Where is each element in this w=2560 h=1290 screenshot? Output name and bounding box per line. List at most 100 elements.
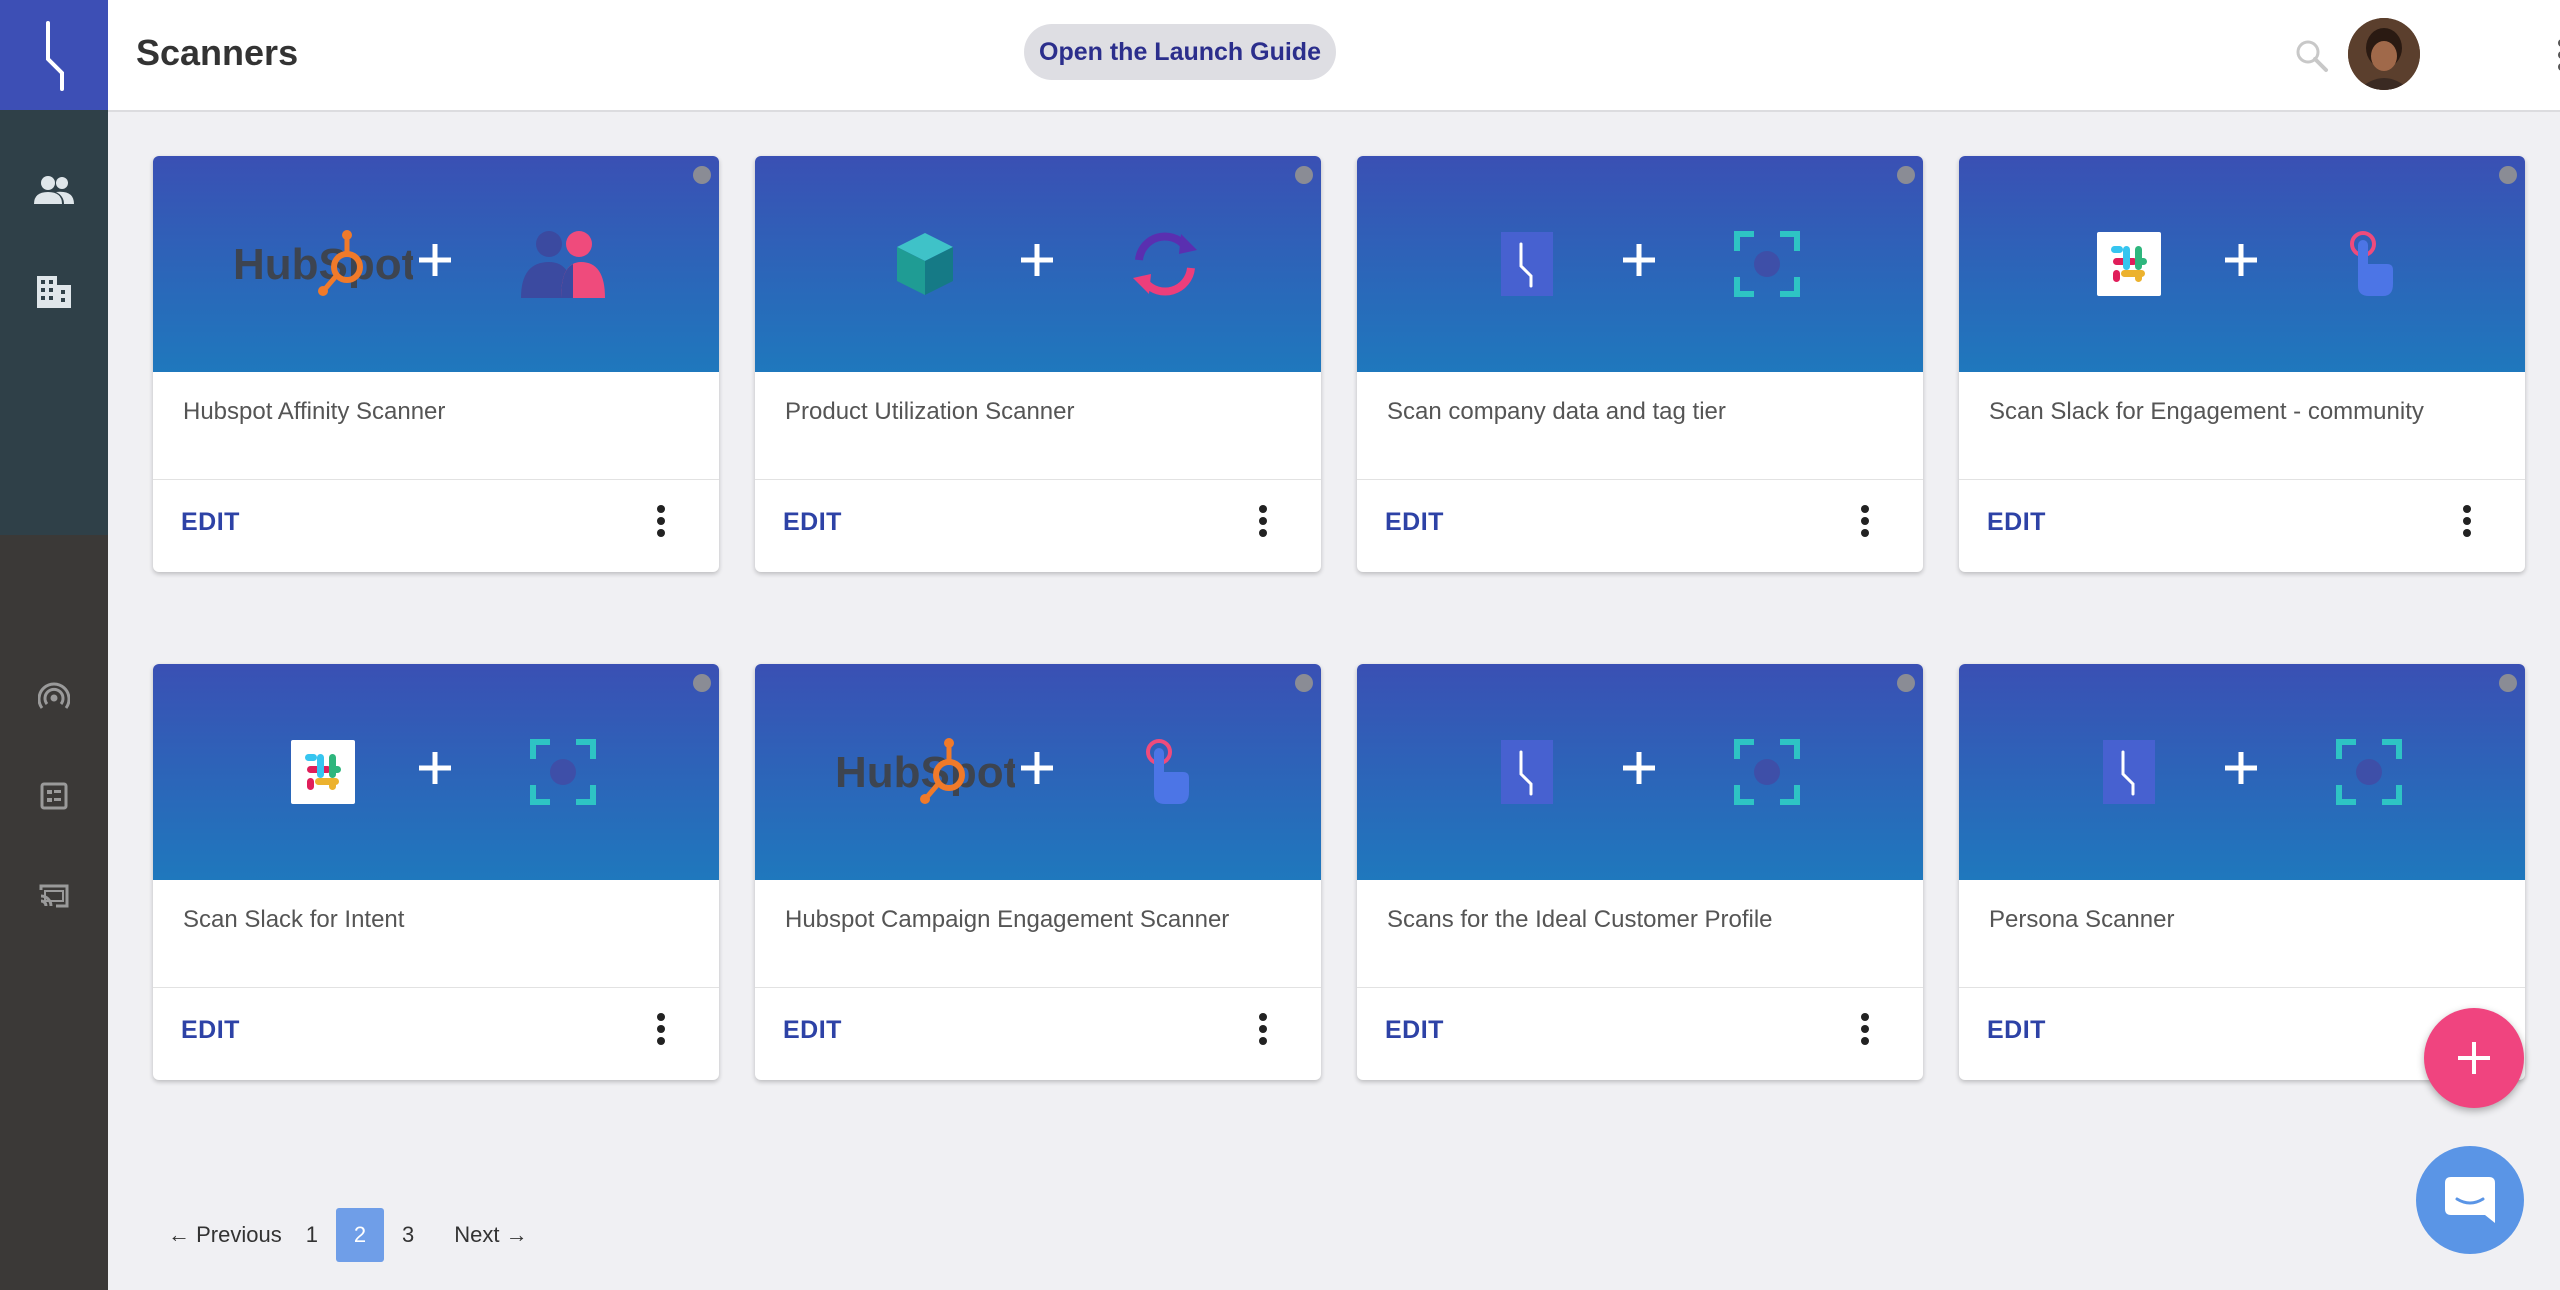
touch-icon (1146, 739, 1189, 804)
previous-page-link[interactable]: ← Previous (156, 1222, 294, 1248)
card-source-logo: HubSpot (835, 737, 1019, 812)
chat-launcher-button[interactable] (2416, 1146, 2524, 1254)
card-divider (1959, 987, 2525, 988)
status-indicator (693, 674, 711, 692)
combine-plus (1621, 242, 1657, 283)
card-divider (1357, 987, 1923, 988)
card-title: Hubspot Affinity Scanner (183, 398, 446, 425)
card-title: Scan company data and tag tier (1387, 398, 1726, 425)
plus-icon (2225, 752, 2257, 784)
card-divider (153, 987, 719, 988)
app-logo-icon (1501, 740, 1553, 804)
sidebar-item-dashboard[interactable] (24, 766, 84, 826)
card-action-logo (521, 230, 605, 303)
status-indicator (1897, 166, 1915, 184)
card-menu-button[interactable] (1859, 504, 1871, 543)
search-button[interactable] (2294, 38, 2330, 79)
app-logo-icon (46, 21, 64, 91)
more-vert-icon (2463, 505, 2471, 537)
plus-icon (2458, 1042, 2490, 1074)
user-avatar-image (2348, 18, 2420, 90)
add-scanner-button[interactable] (2424, 1008, 2524, 1108)
top-bar: Scanners Open the Launch Guide (108, 0, 2560, 112)
edit-button[interactable]: EDIT (1385, 1016, 1444, 1045)
plus-icon (1021, 244, 1053, 276)
signal-icon (38, 682, 70, 709)
search-icon (2296, 40, 2328, 72)
plus-icon (1623, 752, 1655, 784)
card-banner (1357, 664, 1923, 880)
card-divider (755, 987, 1321, 988)
avatar[interactable] (2348, 18, 2420, 90)
edit-button[interactable]: EDIT (783, 1016, 842, 1045)
scanner-card[interactable]: Scan Slack for Engagement - community ED… (1959, 156, 2525, 572)
edit-button[interactable]: EDIT (181, 508, 240, 537)
card-source-logo (291, 740, 355, 809)
edit-button[interactable]: EDIT (1987, 1016, 2046, 1045)
edit-button[interactable]: EDIT (783, 508, 842, 537)
more-vert-icon (657, 1013, 665, 1045)
app-logo[interactable] (0, 0, 108, 110)
card-divider (1959, 479, 2525, 480)
edit-button[interactable]: EDIT (181, 1016, 240, 1045)
slack-logo (291, 740, 355, 804)
card-menu-button[interactable] (1257, 504, 1269, 543)
chat-icon (2445, 1177, 2495, 1223)
scanner-card[interactable]: Persona Scanner EDIT (1959, 664, 2525, 1080)
scanner-card[interactable]: HubSpot Hubspot Affinity Scanner EDIT (153, 156, 719, 572)
sidebar-item-cast[interactable] (24, 866, 84, 926)
scanner-card[interactable]: Scan Slack for Intent EDIT (153, 664, 719, 1080)
plus-icon (419, 752, 451, 784)
combine-plus (1019, 242, 1055, 283)
scanner-card[interactable]: Product Utilization Scanner EDIT (755, 156, 1321, 572)
card-source-logo (1501, 232, 1553, 301)
scanner-card[interactable]: Scan company data and tag tier EDIT (1357, 156, 1923, 572)
card-banner (153, 664, 719, 880)
plus-icon (1021, 752, 1053, 784)
building-icon (37, 276, 71, 308)
svg-text:HubSpot: HubSpot (233, 240, 413, 289)
launch-guide-button[interactable]: Open the Launch Guide (1024, 24, 1336, 80)
card-menu-button[interactable] (1257, 1012, 1269, 1051)
card-banner (1959, 664, 2525, 880)
scan-focus-icon (1734, 231, 1800, 297)
status-indicator (1897, 674, 1915, 692)
card-action-logo (1129, 230, 1201, 303)
scanner-card[interactable]: Scans for the Ideal Customer Profile EDI… (1357, 664, 1923, 1080)
card-source-logo (2097, 232, 2161, 301)
card-menu-button[interactable] (655, 504, 667, 543)
app-logo-icon (1501, 232, 1553, 296)
sidebar-item-people[interactable] (24, 160, 84, 220)
app-logo-icon (2103, 740, 2155, 804)
card-action-logo (2336, 739, 2402, 810)
sidebar (0, 0, 108, 1290)
next-page-link[interactable]: Next → (426, 1222, 539, 1248)
slack-logo (2097, 232, 2161, 296)
card-menu-button[interactable] (1859, 1012, 1871, 1051)
card-title: Scan Slack for Intent (183, 906, 405, 933)
page-link-3[interactable]: 3 (390, 1222, 426, 1248)
combine-plus (1019, 750, 1055, 791)
scanner-card[interactable]: HubSpot Hubspot Campaign Engagement Scan… (755, 664, 1321, 1080)
card-source-logo (1501, 740, 1553, 809)
scan-focus-icon (1734, 739, 1800, 805)
svg-text:HubSpot: HubSpot (835, 748, 1015, 797)
card-banner: HubSpot (755, 664, 1321, 880)
sidebar-item-companies[interactable] (24, 262, 84, 322)
plus-icon (2225, 244, 2257, 276)
page-link-2-current[interactable]: 2 (335, 1208, 384, 1262)
card-menu-button[interactable] (2461, 504, 2473, 543)
page-link-1[interactable]: 1 (294, 1222, 330, 1248)
card-menu-button[interactable] (655, 1012, 667, 1051)
sidebar-item-signals[interactable] (24, 668, 84, 728)
header-menu-button[interactable] (2556, 38, 2560, 77)
card-source-logo (2103, 740, 2155, 809)
card-source-logo (895, 231, 955, 302)
edit-button[interactable]: EDIT (1385, 508, 1444, 537)
status-indicator (1295, 674, 1313, 692)
plus-icon (419, 244, 451, 276)
card-action-logo (1734, 739, 1800, 810)
edit-button[interactable]: EDIT (1987, 508, 2046, 537)
status-indicator (1295, 166, 1313, 184)
status-indicator (2499, 166, 2517, 184)
